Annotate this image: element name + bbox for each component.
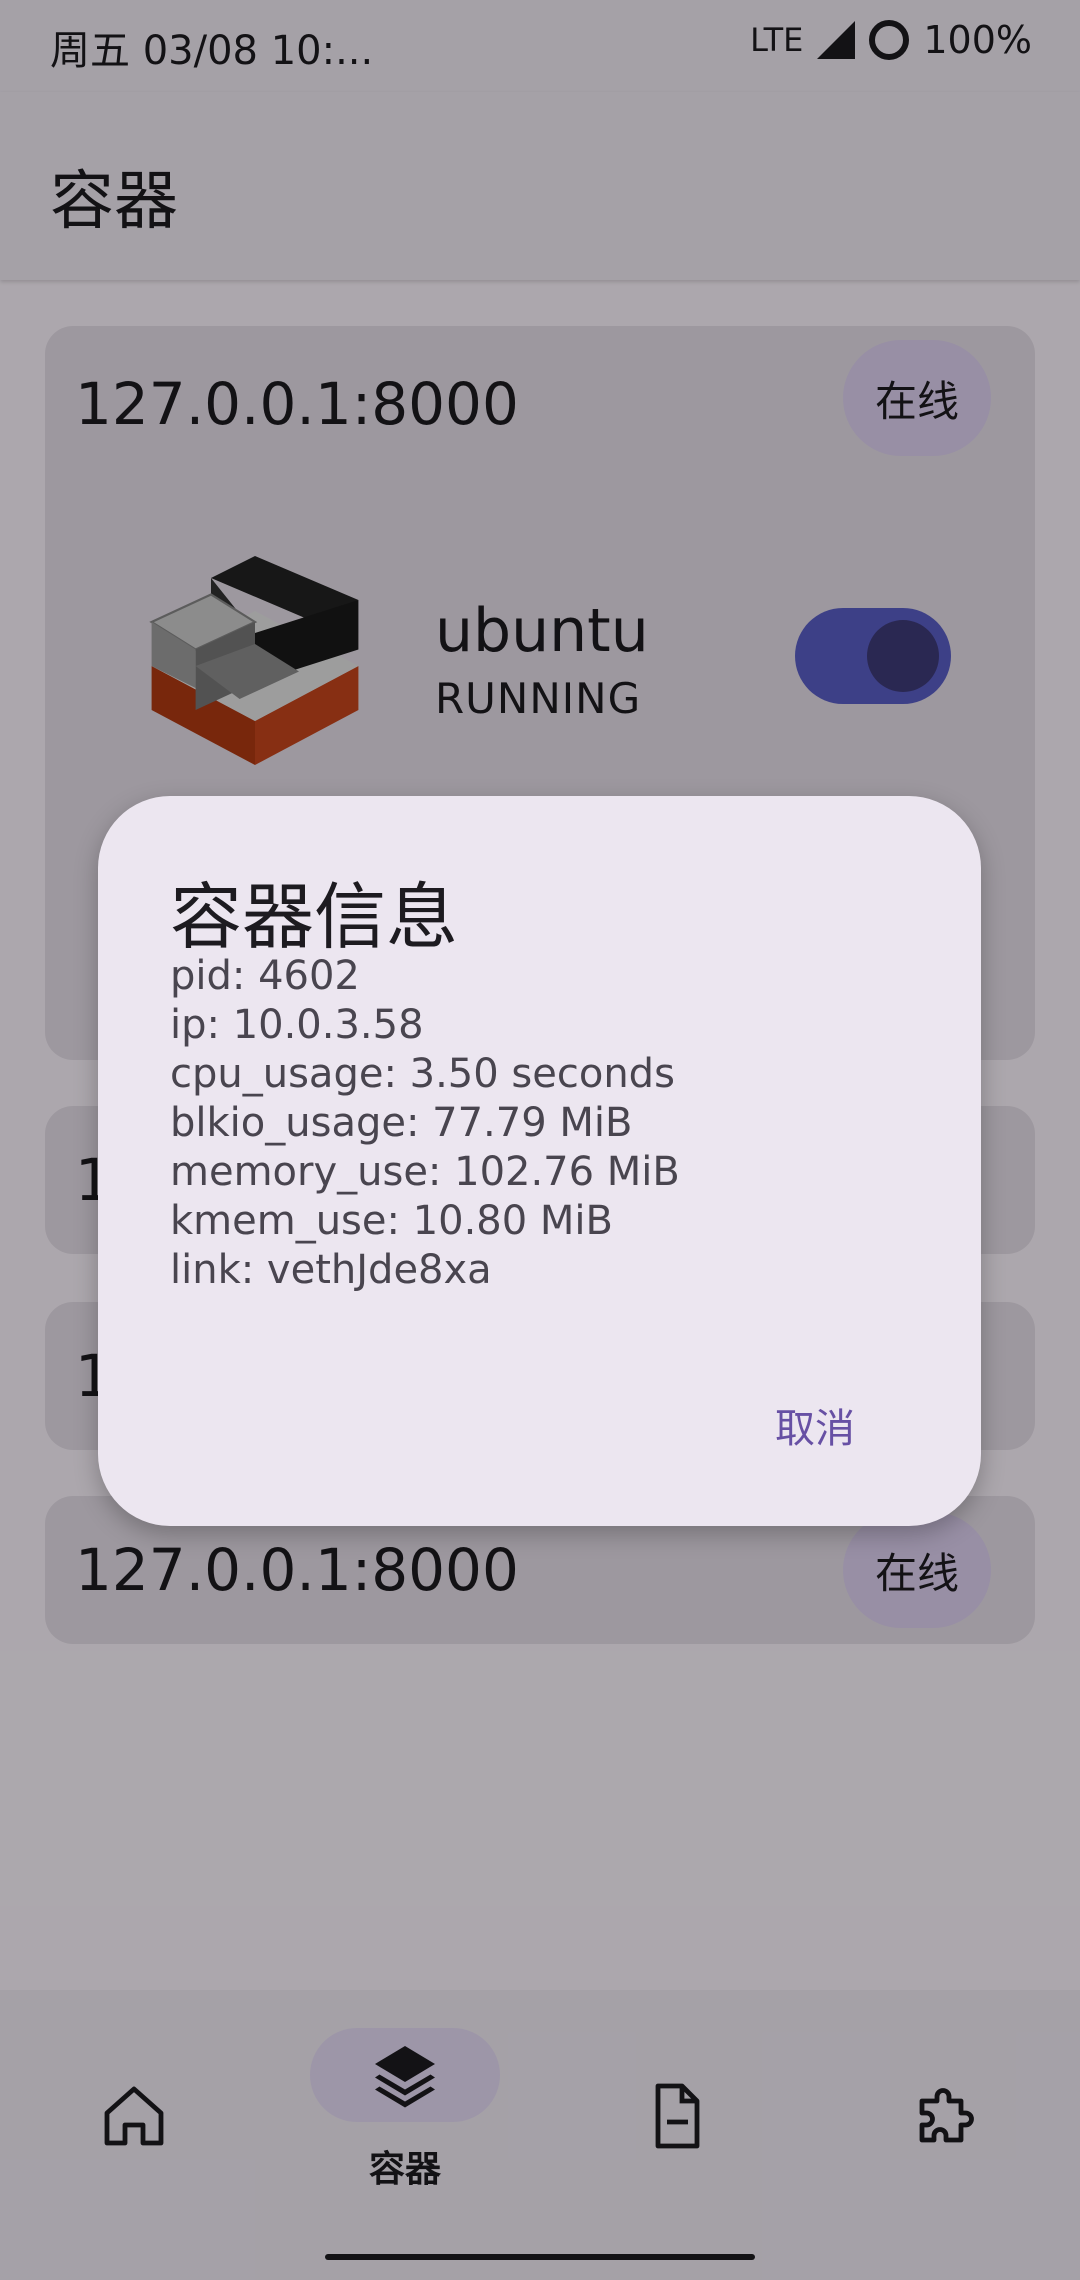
- info-ip: ip: 10.0.3.58: [170, 1002, 424, 1048]
- info-memory-use: memory_use: 102.76 MiB: [170, 1149, 680, 1195]
- dialog-content: pid: 4602 ip: 10.0.3.58 cpu_usage: 3.50 …: [170, 952, 680, 1295]
- info-link: link: vethJde8xa: [170, 1247, 492, 1293]
- cancel-button[interactable]: 取消: [775, 1386, 855, 1464]
- info-cpu-usage: cpu_usage: 3.50 seconds: [170, 1051, 675, 1097]
- info-pid: pid: 4602: [170, 953, 360, 999]
- container-info-dialog: 容器信息 pid: 4602 ip: 10.0.3.58 cpu_usage: …: [98, 796, 981, 1526]
- info-kmem-use: kmem_use: 10.80 MiB: [170, 1198, 613, 1244]
- info-blkio-usage: blkio_usage: 77.79 MiB: [170, 1100, 633, 1146]
- dialog-title: 容器信息: [170, 875, 459, 959]
